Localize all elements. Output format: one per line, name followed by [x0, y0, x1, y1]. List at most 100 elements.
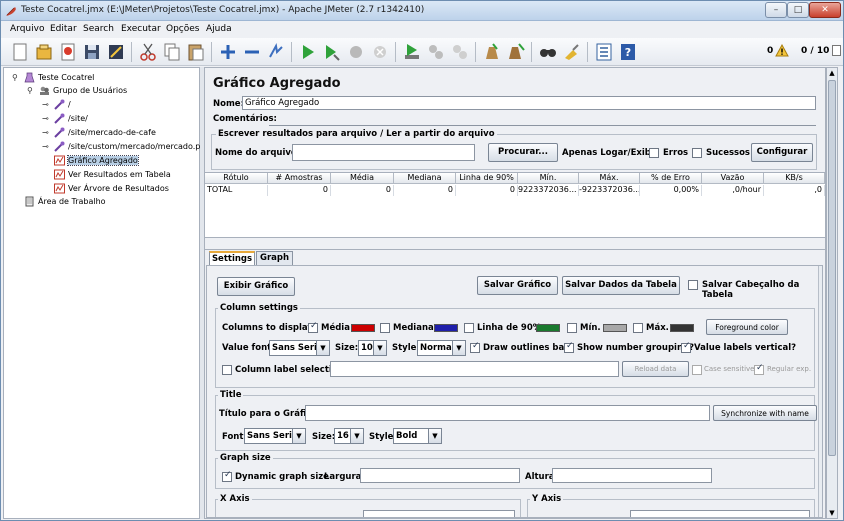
table-cell[interactable]: 0 [268, 185, 331, 196]
success-checkbox[interactable] [692, 148, 702, 158]
copy-icon[interactable] [161, 41, 183, 63]
start-icon[interactable] [297, 41, 319, 63]
col-header[interactable]: Linha de 90% [456, 173, 518, 184]
foreground-color-button[interactable]: Foreground color [706, 319, 788, 335]
save-table-header-checkbox[interactable] [688, 280, 698, 290]
scroll-thumb[interactable] [828, 80, 836, 456]
column-90-line-checkbox[interactable] [464, 323, 474, 333]
tree-expand-handle[interactable]: ⚲ [12, 71, 21, 84]
save-table-data-button[interactable]: Salvar Dados da Tabela [562, 276, 680, 295]
filename-input[interactable] [292, 144, 475, 161]
test-plan-tree[interactable]: ⚲ Teste Cocatrel ⚲ Grupo de Usuários ⊸ /… [3, 67, 211, 519]
table-cell[interactable]: -9223372036... [579, 185, 640, 196]
tree-expand-handle[interactable]: ⊸ [42, 126, 51, 139]
tab-graph[interactable]: Graph [256, 251, 293, 265]
column-label-selection-checkbox[interactable] [222, 365, 232, 375]
templates-icon[interactable] [33, 41, 55, 63]
menu-opcoes[interactable]: Opções [166, 24, 199, 34]
col-header[interactable]: Máx. [579, 173, 640, 184]
table-cell[interactable]: 0,00% [640, 185, 702, 196]
show-graph-button[interactable]: Exibir Gráfico [217, 277, 295, 296]
column-90-line-color[interactable] [536, 324, 560, 332]
tree-item-sampler-site[interactable]: ⊸ /site/ [42, 112, 88, 125]
number-grouping-checkbox[interactable] [564, 341, 574, 353]
title-size-select[interactable]: 16 ▼ [334, 428, 364, 444]
tree-item-grafico-agregado[interactable]: Gráfico Agregado [54, 154, 139, 167]
regex-checkbox[interactable] [754, 363, 764, 375]
menu-arquivo[interactable]: Arquivo [10, 24, 44, 34]
tree-item-sampler-mercado-php[interactable]: ⊸ /site/custom/mercado/mercado.php [42, 140, 211, 153]
search-icon[interactable] [537, 41, 559, 63]
tree-item-ver-arvore-resultados[interactable]: Ver Árvore de Resultados [54, 182, 169, 195]
tree-item-sampler-root[interactable]: ⊸ / [42, 98, 71, 111]
remote-start-icon[interactable] [401, 41, 423, 63]
draw-outlines-checkbox[interactable] [470, 341, 480, 353]
aggregate-table[interactable]: Rótulo # Amostras Média Mediana Linha de… [205, 172, 825, 238]
column-min-color[interactable] [603, 324, 627, 332]
maximize-button[interactable]: □ [787, 2, 809, 18]
col-header[interactable]: Média [331, 173, 394, 184]
graph-title-input[interactable] [305, 405, 710, 421]
tree-expand-handle[interactable]: ⊸ [42, 140, 51, 153]
menu-ajuda[interactable]: Ajuda [206, 24, 232, 34]
column-label-selection-input[interactable] [330, 361, 619, 377]
minimize-button[interactable]: – [765, 2, 787, 18]
column-min-checkbox[interactable] [567, 323, 577, 333]
column-max-color[interactable] [670, 324, 694, 332]
title-bar[interactable]: Teste Cocatrel.jmx (E:\JMeter\Projetos\T… [1, 1, 843, 21]
synchronize-with-name-button[interactable]: Synchronize with name [713, 405, 817, 421]
column-mediana-checkbox[interactable] [380, 323, 390, 333]
toggle-icon[interactable] [265, 41, 287, 63]
remote-shutdown-icon[interactable] [449, 41, 471, 63]
browse-button[interactable]: Procurar... [488, 143, 558, 162]
value-size-select[interactable]: 10 ▼ [358, 340, 387, 356]
tab-settings[interactable]: Settings [209, 251, 255, 265]
paste-icon[interactable] [185, 41, 207, 63]
title-font-select[interactable]: Sans Serif ▼ [244, 428, 306, 444]
tree-item-sampler-mercado-de-cafe[interactable]: ⊸ /site/mercado-de-cafe [42, 126, 156, 139]
title-style-select[interactable]: Bold ▼ [393, 428, 442, 444]
shutdown-icon[interactable] [369, 41, 391, 63]
column-max-checkbox[interactable] [633, 323, 643, 333]
save-graph-button[interactable]: Salvar Gráfico [477, 276, 558, 295]
table-cell[interactable]: ,0/hour [702, 185, 764, 196]
clear-all-icon[interactable] [505, 41, 527, 63]
value-labels-vertical-checkbox[interactable] [681, 341, 691, 353]
tree-expand-handle[interactable]: ⊸ [42, 98, 51, 111]
remote-stop-icon[interactable] [425, 41, 447, 63]
col-header[interactable]: KB/s [764, 173, 825, 184]
main-scrollbar[interactable]: ▲ ▼ [826, 67, 838, 519]
tree-item-ver-resultados-tabela[interactable]: Ver Resultados em Tabela [54, 168, 171, 181]
tree-item-test-plan[interactable]: ⚲ Teste Cocatrel [12, 71, 94, 84]
x-axis-input[interactable] [363, 510, 515, 517]
expand-all-icon[interactable] [217, 41, 239, 63]
tree-expand-handle[interactable]: ⚲ [27, 84, 36, 97]
open-file-icon[interactable] [57, 41, 79, 63]
clear-icon[interactable] [481, 41, 503, 63]
column-media-checkbox[interactable] [308, 321, 318, 333]
collapse-all-icon[interactable] [241, 41, 263, 63]
col-header[interactable]: % de Erro [640, 173, 702, 184]
save-icon[interactable] [81, 41, 103, 63]
comments-field[interactable] [269, 112, 816, 126]
status-indicator[interactable] [832, 45, 841, 56]
new-file-icon[interactable] [9, 41, 31, 63]
tree-item-workbench[interactable]: Área de Trabalho [24, 195, 106, 208]
column-mediana-color[interactable] [434, 324, 458, 332]
tree-expand-handle[interactable]: ⊸ [42, 112, 51, 125]
col-header[interactable]: Rótulo [205, 173, 268, 184]
y-axis-input[interactable] [630, 510, 810, 517]
dynamic-size-checkbox[interactable] [222, 470, 232, 482]
stop-icon[interactable] [345, 41, 367, 63]
reset-search-icon[interactable] [561, 41, 583, 63]
name-field[interactable]: Gráfico Agregado [242, 96, 816, 110]
table-cell[interactable]: 0 [331, 185, 394, 196]
col-header[interactable]: Mín. [518, 173, 579, 184]
start-no-pauses-icon[interactable] [321, 41, 343, 63]
height-input[interactable] [552, 468, 712, 483]
settings-scrollbar[interactable] [818, 266, 822, 517]
configure-button[interactable]: Configurar [751, 143, 813, 162]
width-input[interactable] [360, 468, 520, 483]
value-font-select[interactable]: Sans Serif ▼ [269, 340, 330, 356]
menu-executar[interactable]: Executar [121, 24, 161, 34]
